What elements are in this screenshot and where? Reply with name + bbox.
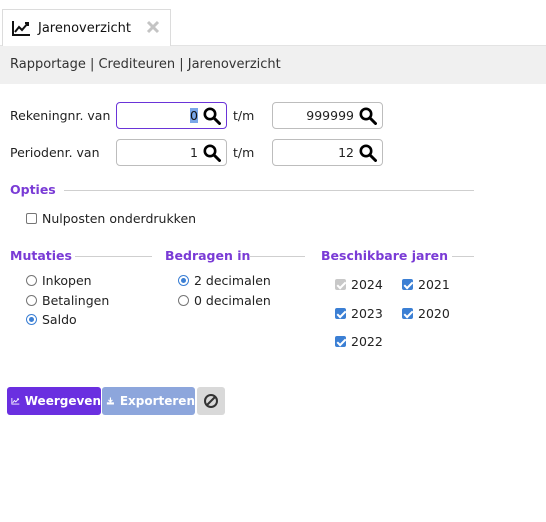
jaar-2022-label: 2022 — [351, 334, 383, 349]
inkopen-label: Inkopen — [42, 273, 92, 288]
breadcrumb: Rapportage | Crediteuren | Jarenoverzich… — [0, 46, 546, 84]
chart-line-icon — [11, 397, 20, 405]
twee-decimalen-radio[interactable] — [178, 275, 189, 286]
periode-label: Periodenr. van — [10, 145, 100, 160]
rekening-label: Rekeningnr. van — [10, 108, 111, 123]
jaar-2023-checkbox[interactable] — [335, 308, 346, 319]
twee-decimalen-label: 2 decimalen — [194, 273, 271, 288]
jaar-2022-checkbox[interactable] — [335, 336, 346, 347]
saldo-radio[interactable] — [26, 314, 37, 325]
chart-line-icon — [12, 21, 30, 36]
periode-from-input[interactable]: 1 — [116, 139, 227, 166]
mutaties-option-inkopen[interactable]: Inkopen — [26, 273, 92, 288]
jaar-2021-option[interactable]: 2021 — [402, 277, 450, 292]
inkopen-radio[interactable] — [26, 275, 37, 286]
nulposten-option[interactable]: Nulposten onderdrukken — [26, 211, 196, 226]
nulposten-checkbox[interactable] — [26, 213, 37, 224]
jaar-2020-option[interactable]: 2020 — [402, 306, 450, 321]
bedragen-option-2dec[interactable]: 2 decimalen — [178, 273, 271, 288]
search-icon[interactable] — [203, 144, 221, 162]
jaar-2021-checkbox[interactable] — [402, 279, 413, 290]
jaren-heading: Beschikbare jaren — [321, 248, 448, 263]
periode-to-input[interactable]: 12 — [272, 139, 383, 166]
mutaties-heading: Mutaties — [10, 248, 72, 263]
bedragen-divider — [249, 256, 305, 257]
jaar-2022-option[interactable]: 2022 — [335, 334, 383, 349]
bedragen-heading: Bedragen in — [165, 248, 251, 263]
periode-to-value: 12 — [338, 145, 354, 160]
nul-decimalen-label: 0 decimalen — [194, 293, 271, 308]
rekening-tm-label: t/m — [233, 108, 255, 123]
mutaties-divider — [75, 256, 152, 257]
mutaties-option-betalingen[interactable]: Betalingen — [26, 293, 109, 308]
cancel-icon — [204, 394, 218, 408]
close-icon[interactable] — [146, 20, 160, 34]
mutaties-option-saldo[interactable]: Saldo — [26, 312, 77, 327]
jaar-2023-option[interactable]: 2023 — [335, 306, 383, 321]
nulposten-label: Nulposten onderdrukken — [42, 211, 197, 226]
jaar-2020-label: 2020 — [418, 306, 450, 321]
search-icon[interactable] — [359, 107, 377, 125]
betalingen-label: Betalingen — [42, 293, 110, 308]
jaar-2023-label: 2023 — [351, 306, 383, 321]
jaar-2024-option: 2024 — [335, 277, 383, 292]
search-icon[interactable] — [203, 107, 221, 125]
opties-divider — [64, 190, 474, 191]
bedragen-option-0dec[interactable]: 0 decimalen — [178, 293, 271, 308]
tab-bar: Jarenoverzicht — [0, 0, 546, 46]
opties-heading: Opties — [10, 182, 56, 197]
weergeven-label: Weergeven — [24, 394, 101, 408]
jaren-divider — [452, 256, 474, 257]
tab-title: Jarenoverzicht — [38, 20, 132, 36]
rekening-from-value: 0 — [190, 108, 198, 123]
reset-button[interactable] — [197, 387, 225, 415]
rekening-to-value: 999999 — [306, 108, 354, 123]
exporteren-button[interactable]: Exporteren — [102, 387, 195, 415]
jaar-2021-label: 2021 — [418, 277, 450, 292]
nul-decimalen-radio[interactable] — [178, 295, 189, 306]
download-icon — [106, 397, 114, 405]
search-icon[interactable] — [359, 144, 377, 162]
exporteren-label: Exporteren — [119, 394, 195, 408]
jaar-2024-label: 2024 — [351, 277, 383, 292]
weergeven-button[interactable]: Weergeven — [7, 387, 101, 415]
rekening-from-input[interactable]: 0 — [116, 102, 227, 129]
betalingen-radio[interactable] — [26, 295, 37, 306]
jaar-2020-checkbox[interactable] — [402, 308, 413, 319]
jaar-2024-checkbox — [335, 279, 346, 290]
periode-from-value: 1 — [190, 145, 198, 160]
tab-jarenoverzicht[interactable]: Jarenoverzicht — [2, 9, 171, 46]
rekening-to-input[interactable]: 999999 — [272, 102, 383, 129]
periode-tm-label: t/m — [233, 145, 255, 160]
saldo-label: Saldo — [42, 312, 77, 327]
